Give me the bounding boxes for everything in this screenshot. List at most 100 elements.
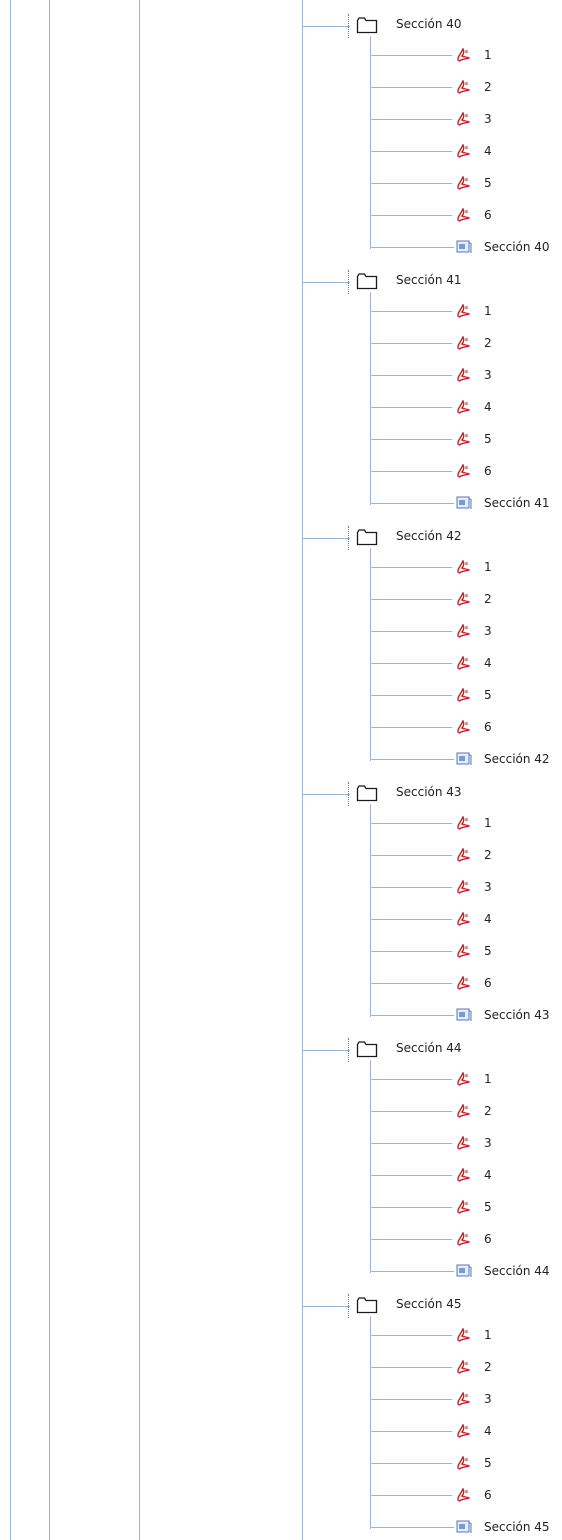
tree-branch-line <box>370 1495 452 1496</box>
pdf-icon <box>456 463 471 478</box>
pdf-file-item[interactable]: 5 <box>370 175 562 193</box>
folder-icon[interactable] <box>356 1040 378 1058</box>
pdf-file-item[interactable]: 5 <box>370 1199 562 1217</box>
file-label: 3 <box>484 1136 492 1150</box>
document-file-item[interactable]: Sección 43 <box>370 1007 562 1025</box>
pdf-icon <box>456 1071 471 1086</box>
pdf-file-item[interactable]: 3 <box>370 111 562 129</box>
pdf-file-item[interactable]: 6 <box>370 207 562 225</box>
pdf-icon <box>456 1199 471 1214</box>
pdf-icon <box>456 847 471 862</box>
pdf-file-item[interactable]: 1 <box>370 815 562 833</box>
pdf-file-item[interactable]: 2 <box>370 591 562 609</box>
tree-branch-line <box>370 887 452 888</box>
tree-branch-line <box>370 631 452 632</box>
file-label: 4 <box>484 1424 492 1438</box>
document-file-item[interactable]: Sección 44 <box>370 1263 562 1281</box>
tree-branch-line <box>370 471 452 472</box>
tree-branch-line <box>370 503 454 504</box>
folder-label[interactable]: Sección 43 <box>396 785 462 799</box>
pdf-file-item[interactable]: 1 <box>370 1327 562 1345</box>
file-label: 1 <box>484 816 492 830</box>
pdf-file-item[interactable]: 4 <box>370 911 562 929</box>
pdf-icon <box>456 879 471 894</box>
pdf-icon <box>456 1455 471 1470</box>
pdf-file-item[interactable]: 6 <box>370 1231 562 1249</box>
pdf-icon <box>456 815 471 830</box>
file-label: 1 <box>484 1328 492 1342</box>
pdf-icon <box>456 367 471 382</box>
document-file-item[interactable]: Sección 41 <box>370 495 562 513</box>
pdf-file-item[interactable]: 2 <box>370 79 562 97</box>
pdf-file-item[interactable]: 6 <box>370 1487 562 1505</box>
file-label: 1 <box>484 1072 492 1086</box>
folder-node: Sección 42 1 2 3 4 5 6 Sección 42 <box>0 512 562 768</box>
tree-branch-line <box>370 695 452 696</box>
folder-icon[interactable] <box>356 528 378 546</box>
tree-branch-line <box>370 567 452 568</box>
file-label: Sección 45 <box>484 1520 550 1534</box>
document-file-item[interactable]: Sección 42 <box>370 751 562 769</box>
folder-label[interactable]: Sección 44 <box>396 1041 462 1055</box>
folder-node: Sección 44 1 2 3 4 5 6 Sección 44 <box>0 1024 562 1280</box>
tree-branch-line <box>370 151 452 152</box>
folder-label[interactable]: Sección 40 <box>396 17 462 31</box>
tree-branch-line <box>370 951 452 952</box>
pdf-file-item[interactable]: 5 <box>370 687 562 705</box>
file-label: 1 <box>484 48 492 62</box>
tree-branch-line <box>370 1111 452 1112</box>
pdf-file-item[interactable]: 2 <box>370 847 562 865</box>
document-file-item[interactable]: Sección 45 <box>370 1519 562 1537</box>
tree-branch-line <box>370 1015 454 1016</box>
file-label: 3 <box>484 112 492 126</box>
folder-icon[interactable] <box>356 272 378 290</box>
pdf-file-item[interactable]: 1 <box>370 47 562 65</box>
folder-label[interactable]: Sección 42 <box>396 529 462 543</box>
tree-branch-line <box>370 87 452 88</box>
pdf-file-item[interactable]: 1 <box>370 303 562 321</box>
pdf-icon <box>456 655 471 670</box>
pdf-file-item[interactable]: 5 <box>370 943 562 961</box>
pdf-file-item[interactable]: 2 <box>370 335 562 353</box>
file-label: 2 <box>484 80 492 94</box>
pdf-file-item[interactable]: 4 <box>370 143 562 161</box>
file-label: 6 <box>484 976 492 990</box>
document-icon <box>456 1264 472 1278</box>
pdf-file-item[interactable]: 4 <box>370 655 562 673</box>
pdf-file-item[interactable]: 3 <box>370 367 562 385</box>
pdf-file-item[interactable]: 5 <box>370 431 562 449</box>
folder-icon[interactable] <box>356 784 378 802</box>
pdf-icon <box>456 1231 471 1246</box>
tree-branch-line <box>370 1271 454 1272</box>
tree-branch-line <box>370 375 452 376</box>
pdf-file-item[interactable]: 6 <box>370 719 562 737</box>
pdf-file-item[interactable]: 1 <box>370 559 562 577</box>
tree-branch-line <box>302 794 350 795</box>
tree-branch-line <box>370 1431 452 1432</box>
file-label: 6 <box>484 208 492 222</box>
pdf-file-item[interactable]: 3 <box>370 1391 562 1409</box>
pdf-icon <box>456 1423 471 1438</box>
pdf-file-item[interactable]: 2 <box>370 1359 562 1377</box>
pdf-file-item[interactable]: 5 <box>370 1455 562 1473</box>
pdf-file-item[interactable]: 4 <box>370 1167 562 1185</box>
pdf-file-item[interactable]: 6 <box>370 463 562 481</box>
pdf-file-item[interactable]: 1 <box>370 1071 562 1089</box>
file-label: 6 <box>484 720 492 734</box>
folder-label[interactable]: Sección 41 <box>396 273 462 287</box>
pdf-file-item[interactable]: 3 <box>370 1135 562 1153</box>
pdf-file-item[interactable]: 4 <box>370 1423 562 1441</box>
pdf-file-item[interactable]: 6 <box>370 975 562 993</box>
pdf-file-item[interactable]: 3 <box>370 879 562 897</box>
document-icon <box>456 240 472 254</box>
file-label: 6 <box>484 1488 492 1502</box>
document-file-item[interactable]: Sección 40 <box>370 239 562 257</box>
pdf-icon <box>456 719 471 734</box>
folder-icon[interactable] <box>356 16 378 34</box>
folder-label[interactable]: Sección 45 <box>396 1297 462 1311</box>
folder-icon[interactable] <box>356 1296 378 1314</box>
pdf-file-item[interactable]: 3 <box>370 623 562 641</box>
pdf-file-item[interactable]: 2 <box>370 1103 562 1121</box>
document-icon <box>456 752 472 766</box>
pdf-file-item[interactable]: 4 <box>370 399 562 417</box>
